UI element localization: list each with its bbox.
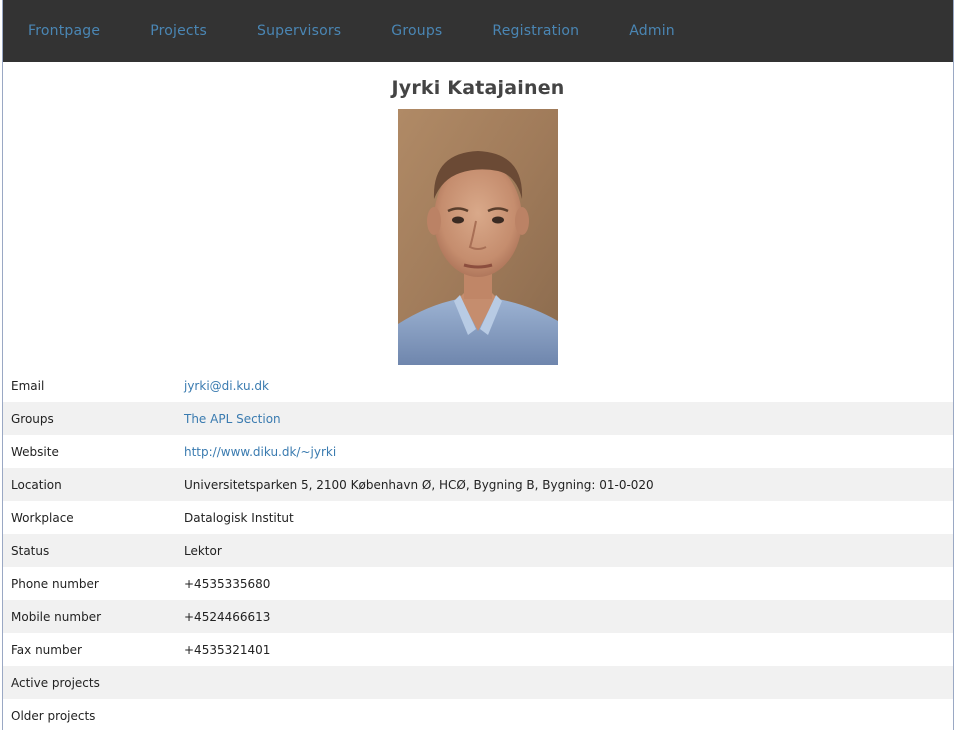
phone-label: Phone number <box>11 576 99 591</box>
page-frame: Frontpage Projects Supervisors Groups Re… <box>2 0 954 730</box>
details-row-older-projects: Older projects <box>3 699 953 730</box>
photo-container <box>3 109 953 365</box>
profile-photo <box>398 109 558 365</box>
nav-admin[interactable]: Admin <box>629 23 675 39</box>
details-row-email: Email jyrki@di.ku.dk <box>3 369 953 402</box>
details-row-website: Website http://www.diku.dk/~jyrki <box>3 435 953 468</box>
details-row-mobile: Mobile number +4524466613 <box>3 600 953 633</box>
email-link[interactable]: jyrki@di.ku.dk <box>184 379 269 393</box>
location-label: Location <box>11 477 62 492</box>
details-row-location: Location Universitetsparken 5, 2100 Købe… <box>3 468 953 501</box>
website-label: Website <box>11 444 59 459</box>
nav-registration[interactable]: Registration <box>492 23 579 39</box>
details-row-phone: Phone number +4535335680 <box>3 567 953 600</box>
details-row-active-projects: Active projects <box>3 666 953 699</box>
location-value: Universitetsparken 5, 2100 København Ø, … <box>184 477 654 492</box>
older-projects-label: Older projects <box>11 708 96 723</box>
status-label: Status <box>11 543 50 558</box>
older-projects-value <box>184 699 953 730</box>
details-row-groups: Groups The APL Section <box>3 402 953 435</box>
details-row-status: Status Lektor <box>3 534 953 567</box>
website-link[interactable]: http://www.diku.dk/~jyrki <box>184 445 336 459</box>
nav-groups[interactable]: Groups <box>391 23 442 39</box>
active-projects-label: Active projects <box>11 675 100 690</box>
portrait-photo-icon <box>398 109 558 365</box>
active-projects-value <box>184 666 953 699</box>
details-row-fax: Fax number +4535321401 <box>3 633 953 666</box>
profile-name: Jyrki Katajainen <box>391 77 565 99</box>
workplace-label: Workplace <box>11 510 74 525</box>
details-row-workplace: Workplace Datalogisk Institut <box>3 501 953 534</box>
status-value: Lektor <box>184 543 222 558</box>
fax-label: Fax number <box>11 642 82 657</box>
profile-details-table: Email jyrki@di.ku.dk Groups The APL Sect… <box>3 369 953 730</box>
top-navbar: Frontpage Projects Supervisors Groups Re… <box>3 0 953 62</box>
mobile-label: Mobile number <box>11 609 102 624</box>
workplace-value: Datalogisk Institut <box>184 510 294 525</box>
phone-value: +4535335680 <box>184 576 271 591</box>
nav-supervisors[interactable]: Supervisors <box>257 23 341 39</box>
nav-projects[interactable]: Projects <box>150 23 207 39</box>
groups-label: Groups <box>11 411 54 426</box>
mobile-value: +4524466613 <box>184 609 271 624</box>
fax-value: +4535321401 <box>184 642 271 657</box>
groups-link[interactable]: The APL Section <box>184 412 281 426</box>
nav-frontpage[interactable]: Frontpage <box>28 23 100 39</box>
email-label: Email <box>11 378 45 393</box>
